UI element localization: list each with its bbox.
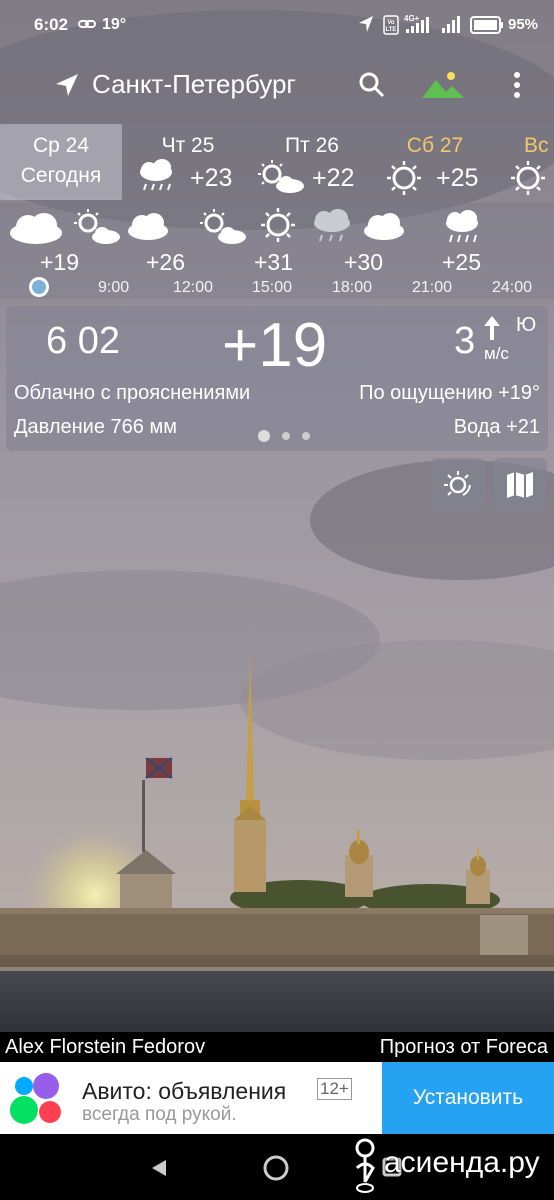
partly-cloudy-icon xyxy=(72,209,122,250)
hour-temp: +19 xyxy=(40,249,80,275)
current-hour-marker xyxy=(27,275,51,304)
map-button[interactable] xyxy=(493,458,547,512)
navigation-bar: асиенда.ру xyxy=(0,1134,554,1200)
day-item[interactable]: Вс xyxy=(506,124,554,200)
app-bar: Санкт-Петербург xyxy=(0,58,554,114)
wind-unit: м/с xyxy=(484,344,509,363)
current-time: 6 02 xyxy=(46,320,120,362)
page-dot xyxy=(282,431,290,440)
status-time: 6:02 xyxy=(34,15,69,34)
ad-subtitle: всегда под рукой. xyxy=(82,1104,237,1125)
feels-like: По ощущению +19° xyxy=(359,382,540,404)
day-name: Ср 24 xyxy=(32,134,90,157)
status-temperature: 19° xyxy=(102,16,127,33)
link-icon xyxy=(78,15,96,38)
sun-moon-button[interactable] xyxy=(431,458,485,512)
day-subtitle: Сегодня xyxy=(20,164,102,187)
wind-direction: Ю xyxy=(516,314,537,336)
location-arrow-icon[interactable] xyxy=(54,72,80,103)
cloud-icon xyxy=(126,211,170,246)
signal-bars-icon xyxy=(440,13,464,40)
hour-label: 21:00 xyxy=(412,279,453,296)
current-weather-card[interactable]: 6 02 +19 3 Ю м/с Облачно с прояснениями … xyxy=(6,306,548,451)
rain-cloud-icon xyxy=(442,209,484,252)
svg-text:Vo: Vo xyxy=(387,20,395,26)
page-indicator xyxy=(258,427,322,445)
signal-4g-icon: 4G+ xyxy=(404,13,434,40)
watermark-logo-icon xyxy=(352,1138,378,1200)
volte-icon: Vo LTE xyxy=(383,15,399,40)
age-rating: 12+ xyxy=(317,1078,352,1100)
day-name: Пт 26 xyxy=(285,134,339,157)
sun-gear-icon xyxy=(443,470,473,505)
page-dot xyxy=(302,431,310,440)
svg-text:LTE: LTE xyxy=(386,27,397,33)
svg-text:4G+: 4G+ xyxy=(404,14,420,23)
day-temp: +25 xyxy=(436,164,479,192)
hour-temp: +26 xyxy=(146,249,186,275)
hour-temp: +30 xyxy=(344,249,384,275)
day-today[interactable]: Ср 24 Сегодня xyxy=(0,124,122,200)
hour-label: 15:00 xyxy=(252,279,293,296)
hour-temp: +25 xyxy=(442,249,482,275)
cloud-icon xyxy=(362,211,406,246)
day-item[interactable]: Чт 25 +23 xyxy=(128,124,248,200)
watermark-text: асиенда.ру xyxy=(384,1146,540,1179)
location-icon xyxy=(358,15,374,38)
search-icon[interactable] xyxy=(358,71,386,104)
day-temp: +22 xyxy=(312,164,355,192)
weather-description: Облачно с прояснениями xyxy=(14,382,251,404)
hour-temp: +31 xyxy=(254,249,294,275)
hour-label: 12:00 xyxy=(173,279,214,296)
sun-icon xyxy=(510,160,546,201)
day-name: Сб 27 xyxy=(406,134,464,157)
back-icon[interactable] xyxy=(150,1158,168,1183)
avito-logo xyxy=(8,1072,64,1131)
map-icon xyxy=(505,471,535,504)
hour-label: 9:00 xyxy=(98,279,130,296)
day-item[interactable]: Пт 26 +22 xyxy=(252,124,372,200)
landscape-icon[interactable] xyxy=(422,70,466,105)
credits-bar: Alex Florstein Fedorov Прогноз от Foreca xyxy=(0,1032,554,1062)
partly-cloudy-icon xyxy=(256,160,306,199)
status-bar: 6:02 19° Vo LTE 4G+ 95% xyxy=(0,0,554,50)
wind-speed: 3 xyxy=(454,320,476,362)
sun-icon xyxy=(260,207,296,248)
cloud-icon xyxy=(8,211,64,250)
more-vert-icon[interactable] xyxy=(508,70,526,105)
forecast-credit[interactable]: Прогноз от Foreca xyxy=(380,1036,548,1059)
day-name: Чт 25 xyxy=(161,134,215,157)
day-name: Вс xyxy=(524,134,549,157)
ad-title: Авито: объявления xyxy=(82,1078,287,1104)
sun-icon xyxy=(386,160,422,201)
partly-cloudy-icon xyxy=(198,209,248,250)
ad-banner[interactable]: Авито: объявления 12+ всегда под рукой. … xyxy=(0,1062,554,1134)
install-button[interactable]: Установить xyxy=(382,1062,554,1134)
pressure: Давление 766 мм xyxy=(14,416,177,438)
hour-label: 24:00 xyxy=(492,279,533,296)
hour-label: 18:00 xyxy=(332,279,373,296)
water-temperature: Вода +21 xyxy=(453,416,540,438)
photo-credit[interactable]: Alex Florstein Fedorov xyxy=(5,1036,205,1059)
city-name[interactable]: Санкт-Петербург xyxy=(92,69,296,100)
home-icon[interactable] xyxy=(262,1154,290,1187)
wind-arrow-icon xyxy=(482,314,502,347)
page-dot-active xyxy=(258,429,270,442)
battery-percent: 95% xyxy=(508,16,539,33)
battery-icon xyxy=(470,16,504,39)
day-item[interactable]: Сб 27 +25 xyxy=(380,124,490,200)
hourly-forecast[interactable]: +19 +26 +31 +30 +25 9:00 12:00 15:00 18:… xyxy=(0,203,554,299)
current-temperature: +19 xyxy=(222,311,328,380)
day-temp: +23 xyxy=(190,164,233,192)
rain-cloud-icon xyxy=(310,209,354,252)
rain-cloud-icon xyxy=(136,158,178,199)
daily-forecast: Ср 24 Сегодня Чт 25 +23 Пт 26 +22 Сб 27 … xyxy=(0,124,554,202)
